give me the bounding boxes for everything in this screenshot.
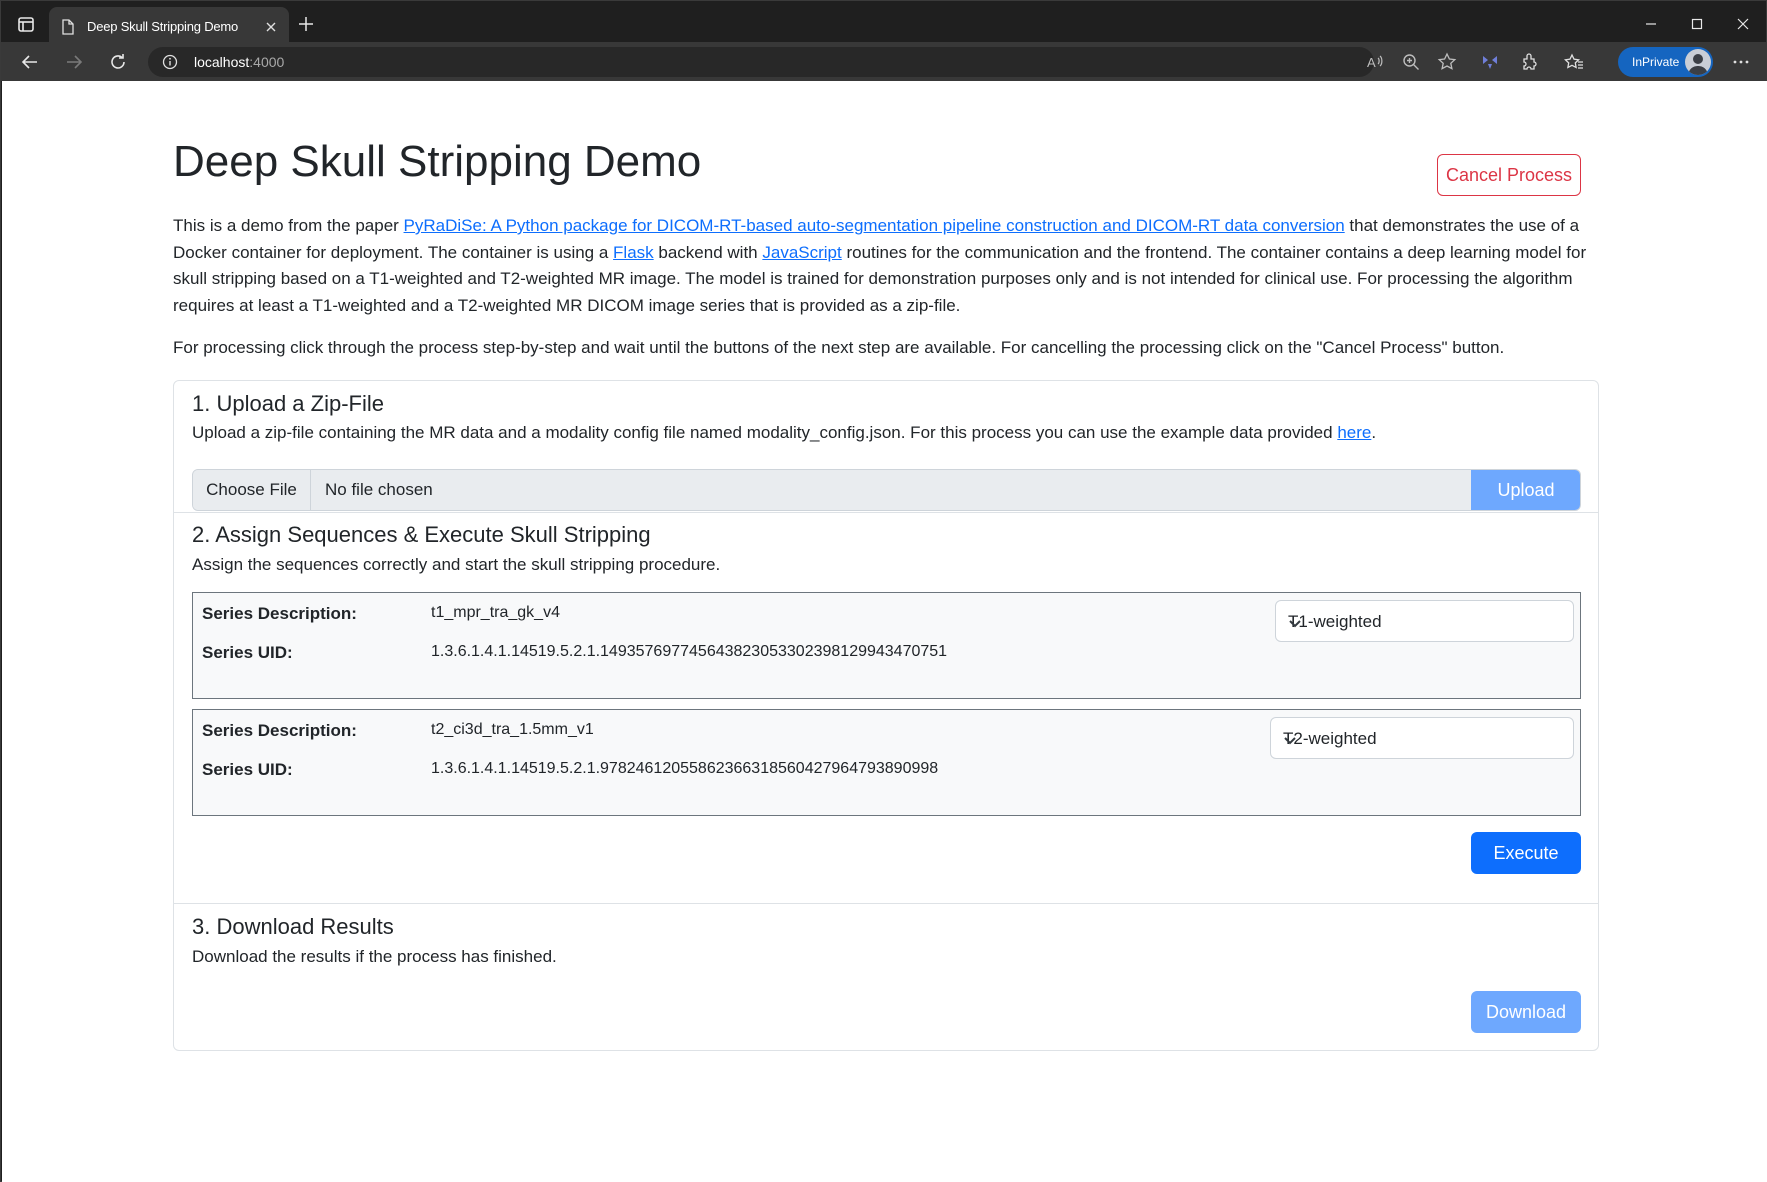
cancel-process-button[interactable]: Cancel Process (1437, 154, 1581, 196)
url-text: localhost:4000 (194, 54, 284, 70)
upload-step-title: 1. Upload a Zip-File (192, 391, 384, 416)
favorites-icon[interactable] (1563, 51, 1585, 73)
read-aloud-icon[interactable]: A (1364, 51, 1386, 73)
download-step-desc: Download the results if the process has … (192, 947, 557, 966)
extension-icon[interactable] (1479, 51, 1501, 73)
process-card: 1. Upload a Zip-File Upload a zip-file c… (173, 380, 1599, 1051)
execute-button[interactable]: Execute (1471, 832, 1581, 874)
assign-step-desc: Assign the sequences correctly and start… (192, 555, 721, 574)
more-options-icon[interactable] (1730, 51, 1752, 73)
series-description-label: Series Description: (202, 604, 357, 623)
back-icon[interactable] (15, 48, 45, 76)
flask-link[interactable]: Flask (613, 243, 654, 262)
close-window-icon[interactable] (1720, 11, 1766, 37)
series-uid-value: 1.3.6.1.4.1.14519.5.2.1.1493576977456438… (431, 643, 948, 660)
javascript-link[interactable]: JavaScript (762, 243, 841, 262)
page-content: Deep Skull Stripping Demo Cancel Process… (2, 81, 1767, 1182)
intro-paragraph: This is a demo from the paper PyRaDiSe: … (173, 213, 1598, 319)
series-description-label: Series Description: (202, 721, 357, 740)
modality-select-1[interactable]: T1-weighted (1275, 600, 1574, 642)
site-info-icon[interactable] (162, 54, 178, 70)
upload-step: 1. Upload a Zip-File Upload a zip-file c… (174, 381, 1598, 512)
example-data-link[interactable]: here (1337, 423, 1371, 442)
series-uid-label: Series UID: (202, 643, 293, 662)
upload-button[interactable]: Upload (1471, 470, 1580, 510)
modality-select-value: T1-weighted (1288, 612, 1382, 631)
file-input-group: Choose File No file chosen Upload (192, 469, 1581, 511)
upload-desc-text: Upload a zip-file containing the MR data… (192, 423, 1338, 442)
address-bar[interactable]: localhost:4000 (148, 47, 1374, 77)
close-tab-icon[interactable] (261, 17, 281, 37)
forward-icon[interactable] (59, 48, 89, 76)
choose-file-button[interactable]: Choose File (193, 470, 311, 510)
tab-bar: Deep Skull Stripping Demo (1, 1, 1766, 48)
chevron-down-icon (1283, 732, 1297, 746)
page-icon (61, 19, 75, 35)
series-description-value: t2_ci3d_tra_1.5mm_v1 (431, 721, 594, 738)
refresh-icon[interactable] (103, 48, 133, 76)
assign-step-title: 2. Assign Sequences & Execute Skull Stri… (192, 522, 651, 547)
new-tab-icon[interactable] (295, 13, 317, 35)
series-description-value: t1_mpr_tra_gk_v4 (431, 604, 560, 621)
tab-actions-icon[interactable] (13, 12, 39, 38)
extensions-icon[interactable] (1519, 51, 1541, 73)
maximize-icon[interactable] (1674, 11, 1720, 37)
modality-select-2[interactable]: T2-weighted (1270, 717, 1574, 759)
download-step: 3. Download Results Download the results… (174, 903, 1598, 1050)
page-title: Deep Skull Stripping Demo (173, 137, 702, 186)
assign-step: 2. Assign Sequences & Execute Skull Stri… (174, 512, 1598, 874)
url-host: localhost (194, 54, 250, 70)
browser-window: Deep Skull Stripping Demo localhost:4000… (0, 0, 1767, 1182)
series-uid-label: Series UID: (202, 760, 293, 779)
add-favorite-icon[interactable] (1436, 51, 1458, 73)
tab-title: Deep Skull Stripping Demo (87, 19, 239, 34)
inprivate-badge[interactable]: InPrivate (1618, 47, 1713, 77)
upload-step-desc: Upload a zip-file containing the MR data… (192, 423, 1376, 443)
browser-toolbar: localhost:4000 A InPrivate (1, 42, 1766, 81)
inprivate-label: InPrivate (1632, 55, 1680, 69)
zoom-icon[interactable] (1400, 51, 1422, 73)
instructions-paragraph: For processing click through the process… (173, 338, 1505, 357)
download-button[interactable]: Download (1471, 991, 1581, 1033)
modality-select-value: T2-weighted (1283, 729, 1377, 748)
upload-desc-end: . (1371, 423, 1377, 442)
chevron-down-icon (1288, 615, 1302, 629)
intro-text-1: This is a demo from the paper (173, 216, 404, 235)
svg-text:A: A (1367, 55, 1376, 70)
series-row: Series Description: t2_ci3d_tra_1.5mm_v1… (192, 709, 1581, 816)
paper-link[interactable]: PyRaDiSe: A Python package for DICOM-RT-… (404, 216, 1345, 235)
minimize-icon[interactable] (1628, 11, 1674, 37)
file-name-display: No file chosen (325, 480, 433, 499)
url-port: :4000 (249, 54, 285, 70)
series-uid-value: 1.3.6.1.4.1.14519.5.2.1.9782461205586236… (431, 760, 939, 777)
series-row: Series Description: t1_mpr_tra_gk_v4 Ser… (192, 592, 1581, 699)
avatar (1685, 49, 1711, 75)
intro-text-3: backend with (653, 242, 763, 262)
download-step-title: 3. Download Results (192, 914, 394, 939)
